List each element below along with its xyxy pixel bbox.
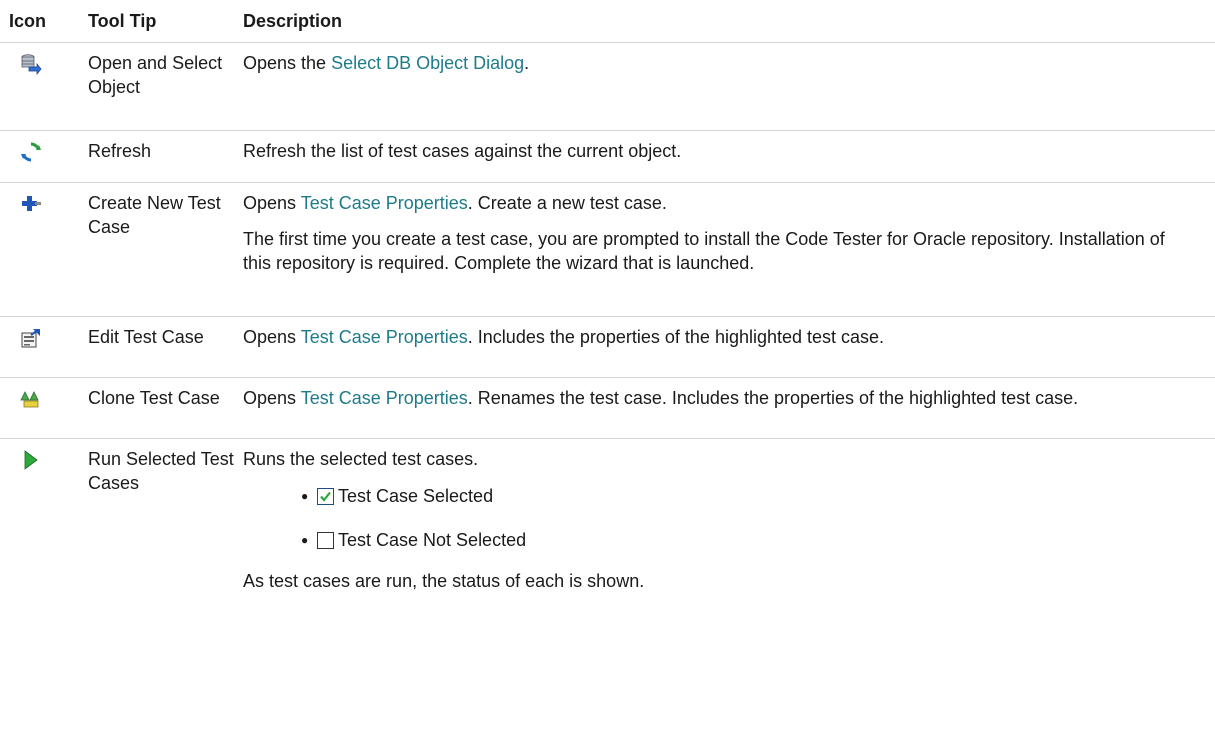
- desc-text: Opens the: [243, 53, 332, 73]
- tooltip-cell: Clone Test Case: [88, 377, 243, 439]
- list-item: ● Test Case Not Selected: [301, 525, 1195, 555]
- desc-text: Runs the selected test cases.: [243, 449, 479, 469]
- tooltip-cell: Run Selected Test Cases: [88, 449, 234, 493]
- tooltip-cell: Open and Select Object: [88, 42, 243, 131]
- clone-test-case-icon: [20, 388, 42, 410]
- desc-text: Opens: [243, 327, 301, 347]
- desc-text: . Renames the test case. Includes the pr…: [467, 388, 1079, 408]
- tooltip-cell: Edit Test Case: [88, 316, 243, 378]
- run-selected-icon: [20, 449, 42, 471]
- refresh-icon: [20, 141, 42, 163]
- header-row: Icon Tool Tip Description: [0, 0, 1215, 43]
- table-row: Open and Select Object Opens the Select …: [0, 42, 1215, 131]
- checked-checkbox-icon: [317, 487, 334, 505]
- test-case-properties-link[interactable]: Test Case Properties: [301, 193, 468, 213]
- desc-text: Opens: [243, 388, 301, 408]
- desc-extra-text: The first time you create a test case, y…: [243, 229, 1165, 273]
- list-item-label: Test Case Not Selected: [338, 530, 527, 550]
- desc-after-text: As test cases are run, the status of eac…: [243, 571, 645, 591]
- select-db-object-dialog-link[interactable]: Select DB Object Dialog: [331, 53, 524, 73]
- header-description: Description: [243, 0, 1215, 43]
- desc-text: . Create a new test case.: [467, 193, 667, 213]
- unchecked-checkbox-icon: [317, 531, 334, 549]
- header-tooltip: Tool Tip: [88, 0, 243, 43]
- open-select-db-icon: [20, 53, 42, 75]
- desc-text: . Includes the properties of the highlig…: [467, 327, 885, 347]
- tooltip-cell: Create New Test Case: [88, 182, 243, 317]
- desc-text: Opens: [243, 193, 301, 213]
- toolbar-icons-table: Icon Tool Tip Description Open and Selec…: [0, 0, 1215, 601]
- table-row: Run Selected Test Cases Runs the selecte…: [0, 439, 1215, 602]
- bullet: ●: [301, 489, 309, 503]
- checkbox-legend-list: ● Test Case Selected ● Test Case Not Sel…: [243, 481, 1195, 555]
- table-row: Refresh Refresh the list of test cases a…: [0, 130, 1215, 183]
- bullet: ●: [301, 533, 309, 547]
- test-case-properties-link[interactable]: Test Case Properties: [301, 388, 468, 408]
- tooltip-cell: Refresh: [88, 130, 243, 183]
- create-new-test-case-icon: [20, 193, 42, 215]
- desc-text: Refresh the list of test cases against t…: [243, 141, 682, 161]
- header-icon: Icon: [0, 0, 88, 43]
- table-row: Clone Test Case Opens Test Case Properti…: [0, 377, 1215, 439]
- edit-test-case-icon: [20, 327, 42, 349]
- list-item-label: Test Case Selected: [338, 486, 494, 506]
- desc-text: .: [524, 53, 530, 73]
- table-row: Edit Test Case Opens Test Case Propertie…: [0, 316, 1215, 378]
- test-case-properties-link[interactable]: Test Case Properties: [301, 327, 468, 347]
- table-row: Create New Test Case Opens Test Case Pro…: [0, 182, 1215, 317]
- list-item: ● Test Case Selected: [301, 481, 1195, 511]
